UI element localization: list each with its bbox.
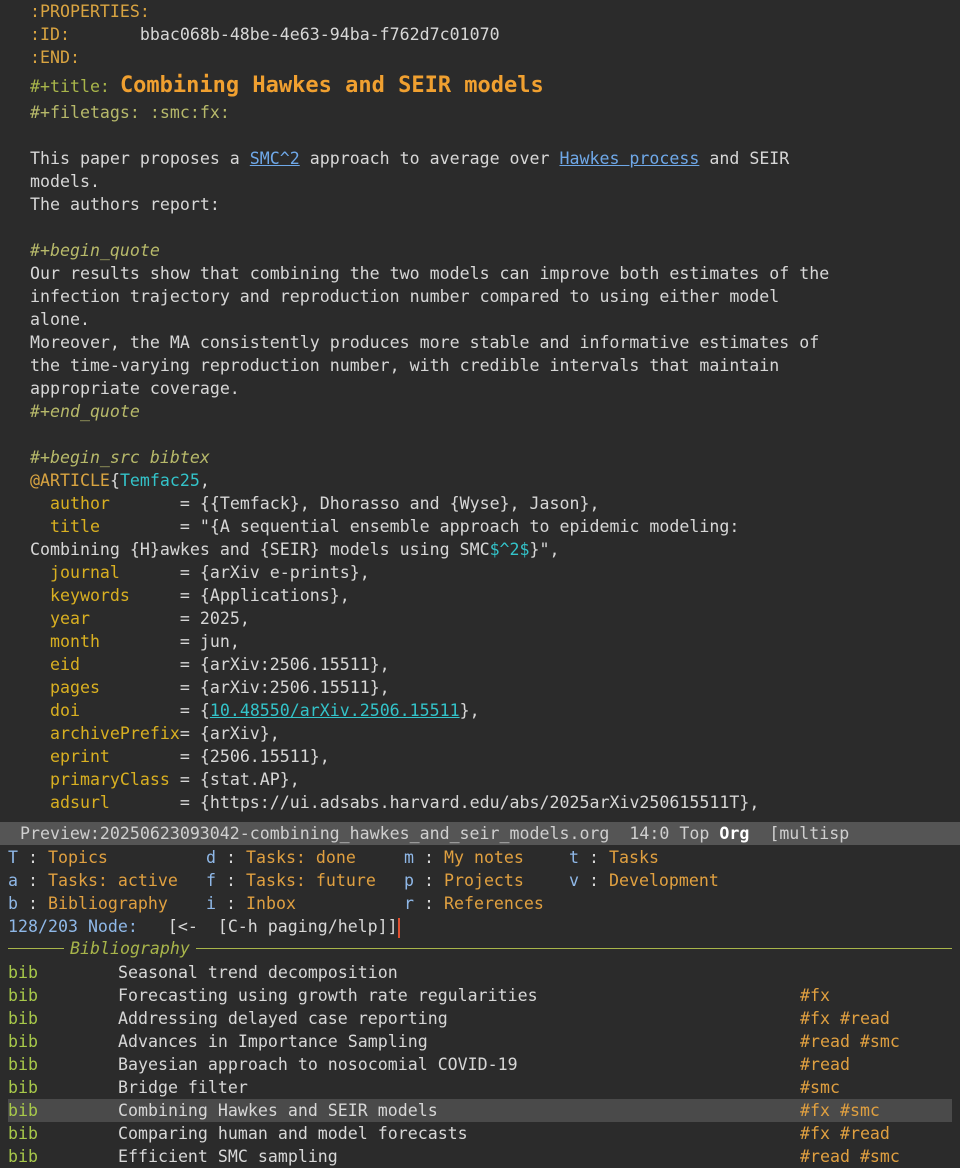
- document-title-line: #+title: Combining Hawkes and SEIR model…: [30, 72, 544, 100]
- bibtex-field: month = jun,: [49, 632, 240, 651]
- candidate-row[interactable]: bib Seasonal trend decomposition: [8, 961, 952, 984]
- bibtex-field: eprint = {2506.15511},: [49, 747, 330, 766]
- bibtex-key: Temfac25: [119, 471, 200, 490]
- candidate-count: 128/203: [8, 917, 78, 936]
- paragraph-line-1: This paper proposes a SMC^2 approach to …: [30, 149, 790, 168]
- quote-line: alone.: [30, 310, 90, 329]
- property-id-key: :ID:: [30, 25, 70, 44]
- bibtex-field: primaryClass = {stat.AP},: [49, 770, 300, 789]
- minibuffer-prompt[interactable]: 128/203 Node: [<- [C-h paging/help]]: [8, 915, 400, 938]
- candidate-row[interactable]: bib Bayesian approach to nosocomial COVID…: [8, 1053, 952, 1076]
- menu-item-tasks-done[interactable]: d : Tasks: done: [206, 846, 356, 869]
- bibtex-field: keywords = {Applications},: [49, 586, 350, 605]
- paragraph-line-3: The authors report:: [30, 195, 220, 214]
- bibtex-entry-header: @ARTICLE{Temfac25,: [30, 471, 210, 490]
- buffer-name: Preview:20250623093042-combining_hawkes_…: [19, 824, 610, 843]
- quote-line: appropriate coverage.: [30, 379, 240, 398]
- menu-item-tasks-active[interactable]: a : Tasks: active: [8, 869, 178, 892]
- minor-modes: [multisp: [769, 824, 850, 843]
- smc2-link[interactable]: SMC^2: [250, 149, 300, 168]
- quote-line: the time-varying reproduction number, wi…: [30, 356, 780, 375]
- quote-line: infection trajectory and reproduction nu…: [30, 287, 780, 306]
- bibtex-field: eid = {arXiv:2506.15511},: [49, 655, 390, 674]
- candidate-row[interactable]: bib Forecasting using growth rate regular…: [8, 984, 952, 1007]
- bibtex-title-continuation: Combining {H}awkes and {SEIR} models usi…: [30, 540, 560, 559]
- properties-drawer-end: :END:: [30, 48, 80, 67]
- end-quote: #+end_quote: [30, 402, 140, 421]
- candidate-row[interactable]: bib Efficient SMC sampling #read #smc: [8, 1145, 952, 1168]
- bibtex-field: year = 2025,: [49, 609, 250, 628]
- doi-link[interactable]: 10.48550/arXiv.2506.15511: [210, 701, 460, 720]
- paragraph-line-2: models.: [30, 172, 100, 191]
- quote-line: Our results show that combining the two …: [30, 264, 830, 283]
- bibtex-field: archivePrefix= {arXiv},: [49, 724, 280, 743]
- bibtex-field: pages = {arXiv:2506.15511},: [49, 678, 390, 697]
- menu-item-references[interactable]: r : References: [404, 892, 544, 915]
- text-cursor: [397, 917, 400, 938]
- title-keyword: #+title:: [30, 77, 110, 96]
- group-separator: Bibliography: [8, 937, 952, 960]
- menu-item-tasks-future[interactable]: f : Tasks: future: [206, 869, 376, 892]
- filetags-line: #+filetags: :smc:fx:: [30, 103, 230, 122]
- property-id-line: :ID: bbac068b-48be-4e63-94ba-f762d7c0107…: [30, 23, 500, 46]
- properties-drawer-open: :PROPERTIES:: [30, 2, 150, 21]
- prompt-hint: [<- [C-h paging/help]]: [147, 917, 398, 936]
- property-id-value: bbac068b-48be-4e63-94ba-f762d7c01070: [139, 25, 500, 44]
- major-mode: Org: [719, 824, 750, 843]
- prompt-label: Node:: [87, 917, 138, 936]
- menu-item-tasks[interactable]: t : Tasks: [569, 846, 659, 869]
- bibtex-field: author = {{Temfack}, Dhorasso and {Wyse}…: [49, 494, 600, 513]
- candidate-row[interactable]: bib Bridge filter #smc: [8, 1076, 952, 1099]
- bibtex-field-doi: doi = {10.48550/arXiv.2506.15511},: [49, 701, 480, 720]
- begin-quote: #+begin_quote: [30, 241, 160, 260]
- bibtex-field: adsurl = {https://ui.adsabs.harvard.edu/…: [49, 793, 760, 812]
- begin-src: #+begin_src bibtex: [30, 448, 210, 467]
- menu-item-inbox[interactable]: i : Inbox: [206, 892, 296, 915]
- candidate-row[interactable]: bib Advances in Importance Sampling #read …: [8, 1030, 952, 1053]
- menu-item-bibliography[interactable]: b : Bibliography: [8, 892, 168, 915]
- quote-line: Moreover, the MA consistently produces m…: [30, 333, 820, 352]
- cursor-position: 14:0: [629, 824, 670, 843]
- bibtex-field: journal = {arXiv e-prints},: [49, 563, 370, 582]
- candidate-row[interactable]: bib Addressing delayed case reporting #fx …: [8, 1007, 952, 1030]
- bibtex-field: title = "{A sequential ensemble approach…: [49, 517, 740, 536]
- scroll-position: Top: [679, 824, 710, 843]
- menu-item-my-notes[interactable]: m : My notes: [404, 846, 524, 869]
- group-label: Bibliography: [64, 937, 196, 960]
- candidate-row-selected[interactable]: bib Combining Hawkes and SEIR models #fx #…: [8, 1099, 952, 1122]
- hawkes-process-link[interactable]: Hawkes process: [560, 149, 700, 168]
- menu-item-projects[interactable]: p : Projects: [404, 869, 524, 892]
- candidate-row[interactable]: bib Comparing human and model forecasts #f…: [8, 1122, 952, 1145]
- mode-line: Preview:20250623093042-combining_hawkes_…: [0, 822, 960, 845]
- minibuffer-input[interactable]: [138, 917, 148, 936]
- menu-item-topics[interactable]: T : Topics: [8, 846, 108, 869]
- document-title: Combining Hawkes and SEIR models: [119, 73, 544, 98]
- menu-item-development[interactable]: v : Development: [569, 869, 719, 892]
